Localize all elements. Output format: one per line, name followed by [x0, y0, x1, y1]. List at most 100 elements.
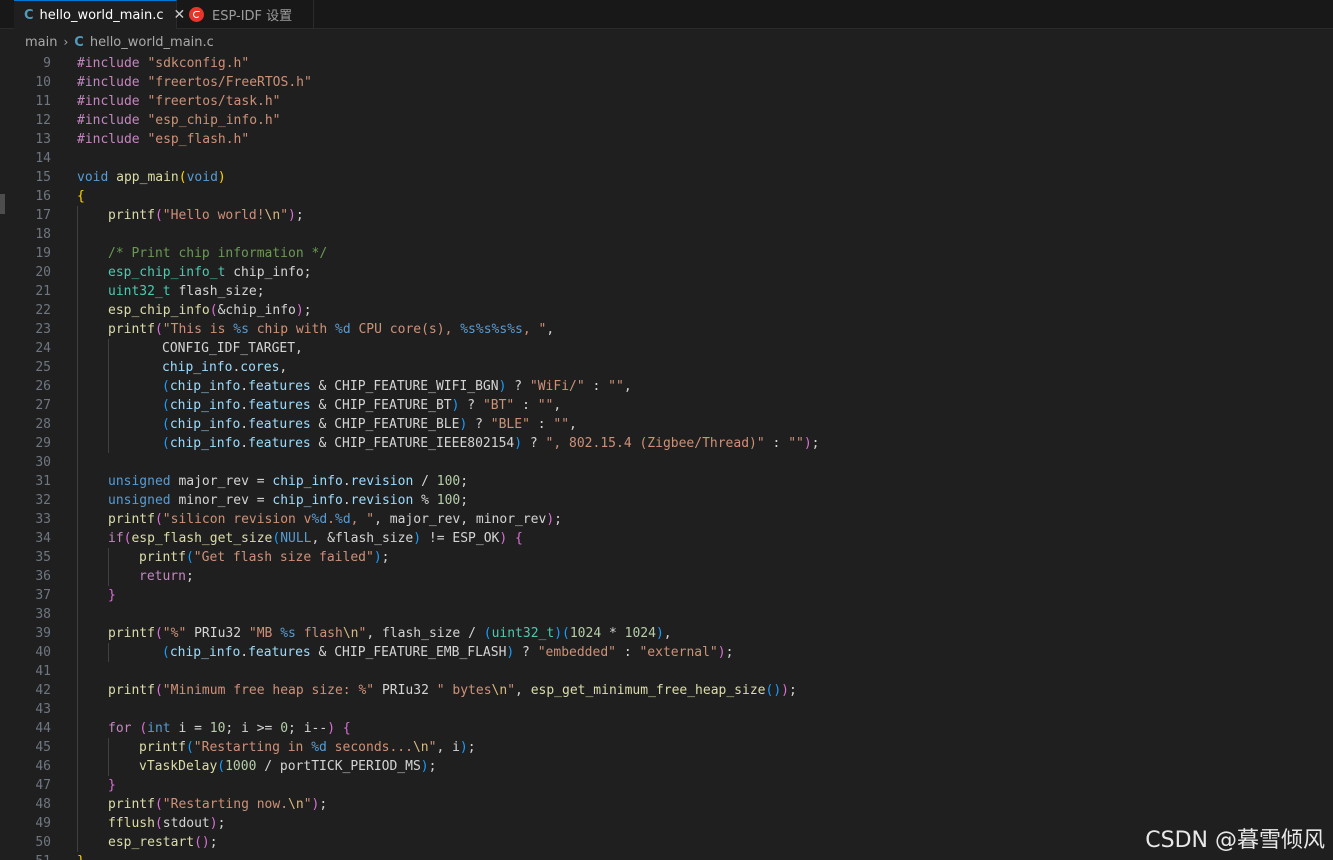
code-token: , major_rev, minor_rev [374, 512, 547, 527]
indent-guide [77, 529, 78, 548]
code-token: & CHIP_FEATURE_IEEE802154 [310, 436, 515, 451]
code-token: ; [554, 512, 562, 527]
code-line[interactable]: 11 #include "freertos/task.h" [0, 92, 1333, 111]
code-token: ; i >= [225, 721, 281, 736]
code-line[interactable]: 34 if(esp_flash_get_size(NULL, &flash_siz… [0, 529, 1333, 548]
code-line[interactable]: 14 [0, 149, 1333, 168]
code-line[interactable]: 10 #include "freertos/FreeRTOS.h" [0, 73, 1333, 92]
code-token: ) [420, 759, 429, 774]
code-line[interactable]: 41 [0, 662, 1333, 681]
code-token: ( [154, 683, 163, 698]
code-text: /* Print chip information */ [108, 244, 327, 263]
code-line[interactable]: 25 chip_info.cores, [0, 358, 1333, 377]
code-token: #include [77, 113, 140, 128]
code-token: / portTICK_PERIOD_MS [256, 759, 421, 774]
code-line[interactable]: 45 printf("Restarting in %d seconds...\n"… [0, 738, 1333, 757]
code-token: minor_rev = [170, 493, 273, 508]
code-text: (chip_info.features & CHIP_FEATURE_WIFI_… [162, 377, 632, 396]
code-line[interactable]: 51} [0, 852, 1333, 860]
indent-guide [108, 396, 109, 415]
code-line[interactable]: 22 esp_chip_info(&chip_info); [0, 301, 1333, 320]
code-token: 0 [280, 721, 289, 736]
code-line[interactable]: 47} [0, 776, 1333, 795]
code-line[interactable]: 19 /* Print chip information */ [0, 244, 1333, 263]
code-token: %s [280, 626, 296, 641]
breadcrumb-folder[interactable]: main [25, 35, 57, 50]
code-line[interactable]: 23 printf("This is %s chip with %d CPU co… [0, 320, 1333, 339]
code-line[interactable]: 30 [0, 453, 1333, 472]
code-token: ) [554, 626, 563, 641]
code-text: { [77, 187, 85, 206]
code-line[interactable]: 48 printf("Restarting now.\n"); [0, 795, 1333, 814]
breadcrumb-file[interactable]: hello_world_main.c [90, 35, 214, 50]
code-line[interactable]: 33 printf("silicon revision v%d.%d, ", ma… [0, 510, 1333, 529]
code-token: features [248, 398, 311, 413]
code-line[interactable]: 12 #include "esp_chip_info.h" [0, 111, 1333, 130]
code-line[interactable]: 39 printf("%" PRIu32 "MB %s flash\n", fla… [0, 624, 1333, 643]
code-token: features [248, 379, 311, 394]
code-token: ; i-- [288, 721, 328, 736]
code-token: \n [288, 797, 304, 812]
code-line[interactable]: 20 esp_chip_info_t chip_info; [0, 263, 1333, 282]
code-token: ) [803, 436, 812, 451]
code-line[interactable]: 18 [0, 225, 1333, 244]
indent-guide [77, 624, 78, 643]
code-token: ; [725, 645, 734, 660]
code-token: %d [335, 512, 351, 527]
code-token: "freertos/task.h" [147, 94, 281, 109]
line-number: 36 [35, 569, 51, 584]
code-line[interactable]: 50 esp_restart(); [0, 833, 1333, 852]
code-line[interactable]: 27 (chip_info.features & CHIP_FEATURE_BT)… [0, 396, 1333, 415]
code-text: #include "sdkconfig.h" [77, 54, 249, 73]
code-line[interactable]: 16 { [0, 187, 1333, 206]
code-line[interactable]: 37} [0, 586, 1333, 605]
code-line[interactable]: 36 return; [0, 567, 1333, 586]
line-number: 50 [35, 835, 51, 850]
code-token: 100 [436, 493, 461, 508]
code-editor[interactable]: 9 #include "sdkconfig.h" 10 #include "freer… [0, 54, 1333, 860]
code-line[interactable]: 31 unsigned major_rev = chip_info.revisio… [0, 472, 1333, 491]
code-line[interactable]: 42 printf("Minimum free heap size: %" PRI… [0, 681, 1333, 700]
code-line[interactable]: 24 CONFIG_IDF_TARGET, [0, 339, 1333, 358]
code-token: "silicon revision v [162, 512, 312, 527]
code-token: () [194, 835, 210, 850]
code-line[interactable]: 26 (chip_info.features & CHIP_FEATURE_WIF… [0, 377, 1333, 396]
code-token: printf [108, 322, 155, 337]
code-line[interactable]: 35 printf("Get flash size failed"); [0, 548, 1333, 567]
code-line[interactable]: 13 #include "esp_flash.h" [0, 130, 1333, 149]
code-line[interactable]: 38 [0, 605, 1333, 624]
code-token: * [601, 626, 625, 641]
code-line[interactable]: 17 printf("Hello world!\n"); [0, 206, 1333, 225]
code-line[interactable]: 46 vTaskDelay(1000 / portTICK_PERIOD_MS); [0, 757, 1333, 776]
code-token: "sdkconfig.h" [147, 56, 250, 71]
line-number: 47 [35, 778, 51, 793]
line-number: 13 [35, 132, 51, 147]
code-line[interactable]: 49 fflush(stdout); [0, 814, 1333, 833]
tab-hello-world-main[interactable]: C hello_world_main.c ✕ [14, 0, 185, 29]
code-line[interactable]: 32 unsigned minor_rev = chip_info.revisio… [0, 491, 1333, 510]
code-token: , " [522, 322, 547, 337]
code-line[interactable]: 43 [0, 700, 1333, 719]
code-token: ( [162, 379, 170, 394]
code-line[interactable]: 9 #include "sdkconfig.h" [0, 54, 1333, 73]
indent-guide [77, 548, 78, 567]
code-text: } [77, 852, 85, 860]
line-number: 40 [35, 645, 51, 660]
code-token: & CHIP_FEATURE_EMB_FLASH [310, 645, 507, 660]
code-line[interactable]: 40 (chip_info.features & CHIP_FEATURE_EMB… [0, 643, 1333, 662]
code-token: ; [811, 436, 820, 451]
code-token: % [413, 493, 437, 508]
code-line[interactable]: 15 void app_main(void) [0, 168, 1333, 187]
code-line[interactable]: 29 (chip_info.features & CHIP_FEATURE_IEE… [0, 434, 1333, 453]
code-token: chip_info [169, 417, 241, 432]
line-number: 38 [35, 607, 51, 622]
breadcrumb: main › C hello_world_main.c [0, 30, 1333, 54]
code-token: %s%s%s%s [460, 322, 523, 337]
code-line[interactable]: 44 for (int i = 10; i >= 0; i--) { [0, 719, 1333, 738]
code-token: ( [162, 417, 170, 432]
code-line[interactable]: 28 (chip_info.features & CHIP_FEATURE_BLE… [0, 415, 1333, 434]
code-token: , [623, 379, 632, 394]
tab-esp-idf-settings[interactable]: ESP-IDF 设置 [177, 0, 314, 29]
indent-guide [108, 377, 109, 396]
code-line[interactable]: 21 uint32_t flash_size; [0, 282, 1333, 301]
